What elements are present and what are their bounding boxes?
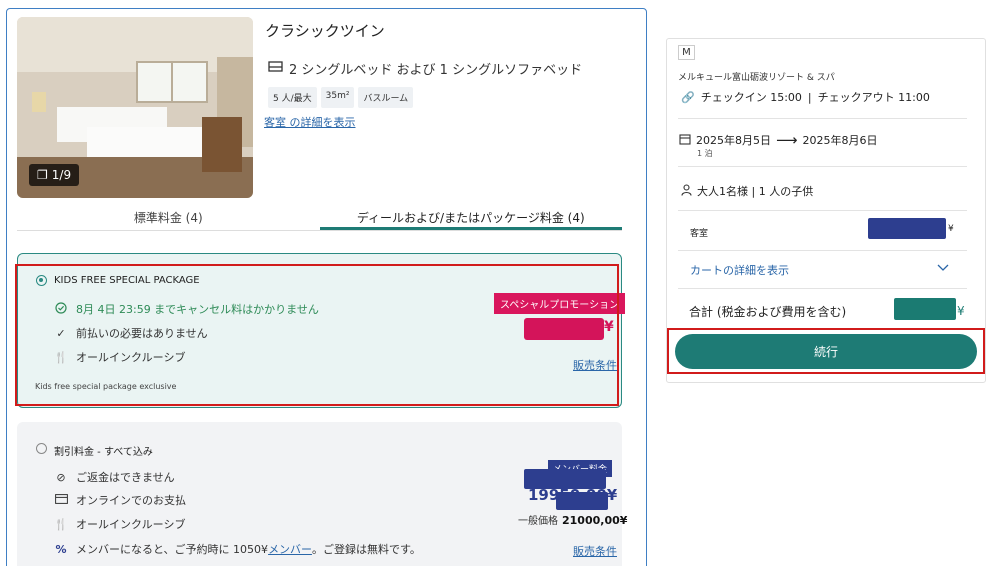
room-details-link[interactable]: 客室 の詳細を表示 — [264, 114, 356, 130]
tag-size: 35m² — [320, 87, 355, 108]
gallery-icon: ❐ — [37, 168, 48, 182]
room-photo[interactable]: ❐ 1/9 — [17, 17, 253, 198]
room-title: クラシックツイン — [265, 22, 385, 40]
total-currency: ¥ — [957, 304, 965, 318]
tag-capacity: 5 人/最大 — [268, 87, 317, 108]
divider — [678, 250, 967, 251]
room-tags: 5 人/最大 35m² バスルーム — [268, 87, 414, 108]
no-refund-icon: ⊘ — [56, 470, 66, 484]
photo-count-badge: ❐ 1/9 — [29, 164, 80, 186]
rate-tabs: 標準料金 (4) ディールおよび/またはパッケージ料金 (4) — [17, 205, 622, 231]
bed-icon — [268, 61, 283, 76]
member-signup-link[interactable]: メンバー — [268, 543, 312, 556]
divider — [678, 118, 967, 119]
chevron-down-icon[interactable] — [937, 262, 949, 275]
hotel-logo: M — [678, 45, 695, 60]
hotel-name: メルキュール富山砺波リゾート & スパ — [678, 73, 835, 83]
member-offer-suffix: 。ご登録は無料です。 — [311, 543, 421, 556]
divider — [678, 210, 967, 211]
person-icon — [681, 183, 692, 199]
checkout-time: チェックアウト 11:00 — [817, 91, 930, 104]
rate-radio-unselected[interactable] — [36, 443, 47, 454]
room-price-redacted — [868, 218, 946, 239]
guest-count: 大人1名様 | 1 人の子供 — [681, 183, 813, 199]
arrow-right-icon: ⟶ — [776, 131, 798, 149]
highlight-continue — [667, 328, 985, 374]
photo-count-text: 1/9 — [51, 168, 72, 182]
nights-count: 1 泊 — [697, 149, 713, 158]
terms-link-discount[interactable]: 販売条件 — [573, 543, 617, 559]
member-offer-prefix: メンバーになると、ご予約時に 1050¥ — [76, 543, 269, 556]
tag-bathroom: バスルーム — [358, 87, 414, 108]
total-label: 合計 (税金および費用を含む) — [689, 305, 847, 319]
member-offer-text: メンバーになると、ご予約時に 1050¥メンバー。ご登録は無料です。 — [76, 541, 421, 557]
member-offer-line: % メンバーになると、ご予約時に 1050¥メンバー。ご登録は無料です。 — [54, 541, 421, 557]
normal-price-label: 一般価格 — [518, 516, 558, 527]
price-redacted-member-2 — [556, 492, 608, 510]
percent-icon: % — [55, 542, 67, 556]
credit-card-icon — [54, 493, 68, 507]
room-price-currency: ¥ — [948, 224, 954, 234]
divider — [678, 288, 967, 289]
checkin-time: チェックイン 15:00 — [700, 91, 802, 104]
divider — [678, 166, 967, 167]
date-to: 2025年8月6日 — [802, 134, 878, 147]
checkin-checkout-times: 🔗 チェックイン 15:00 | チェックアウト 11:00 — [681, 89, 930, 105]
date-from: 2025年8月5日 — [696, 134, 771, 147]
room-line-label: 客室 — [690, 229, 709, 239]
price-redacted-member — [524, 469, 606, 489]
normal-price-value: 21000,00¥ — [562, 514, 628, 527]
bed-text: 2 シングルベッド および 1 シングルソファベッド — [289, 63, 583, 78]
guest-text: 大人1名様 | 1 人の子供 — [697, 185, 814, 198]
link-chain-icon: 🔗 — [681, 90, 695, 104]
calendar-icon — [679, 133, 691, 148]
tab-deal-package-rates[interactable]: ディールおよび/またはパッケージ料金 (4) — [319, 205, 622, 230]
rate-name-discount: 割引料金 - すべて込み — [54, 447, 153, 458]
total-price-redacted — [894, 298, 956, 320]
all-inclusive-line-discount: 🍴 オールインクルーシブ — [54, 516, 185, 532]
tab-standard-rates[interactable]: 標準料金 (4) — [17, 205, 320, 230]
all-inclusive-text-discount: オールインクルーシブ — [76, 518, 186, 531]
non-refundable-text: ご返金はできません — [76, 471, 175, 484]
highlight-kids-rate — [15, 264, 619, 406]
time-separator: | — [807, 90, 812, 104]
non-refundable-line: ⊘ ご返金はできません — [54, 469, 175, 485]
fork-knife-icon: 🍴 — [54, 517, 68, 531]
normal-price-line: 一般価格 21000,00¥ — [518, 512, 627, 527]
online-payment-line: オンラインでのお支払 — [54, 492, 186, 508]
online-payment-text: オンラインでのお支払 — [76, 494, 186, 507]
cart-details-link[interactable]: カートの詳細を表示 — [690, 262, 789, 278]
stay-dates: 2025年8月5日 ⟶ 2025年8月6日 — [679, 131, 878, 149]
bed-info: 2 シングルベッド および 1 シングルソファベッド — [268, 59, 582, 78]
